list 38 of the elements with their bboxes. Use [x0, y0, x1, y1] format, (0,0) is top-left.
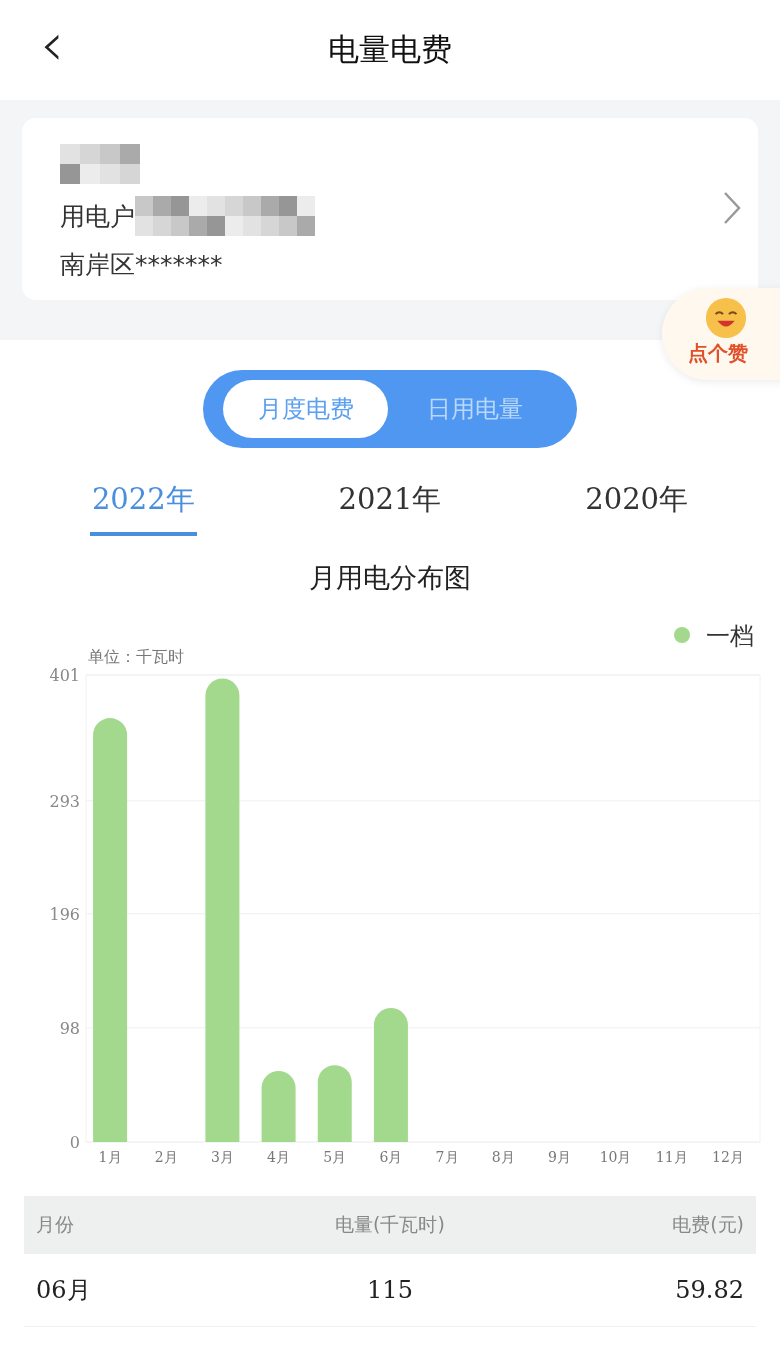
table-cell-text: 06月 — [36, 1275, 92, 1306]
table-cell-text: 59.82 — [674, 1276, 744, 1304]
year-tab[interactable]: 2020年 — [583, 476, 691, 536]
x-tick-label: 6月 — [379, 1149, 403, 1165]
y-tick-label: 293 — [49, 791, 80, 811]
x-tick-label: 7月 — [435, 1149, 459, 1165]
y-tick-label: 401 — [49, 666, 80, 685]
chart-bar — [261, 1071, 296, 1142]
column-header: 电量(千瓦时) — [334, 1212, 446, 1237]
like-badge[interactable]: 点个赞 — [662, 288, 780, 380]
x-tick-label: 5月 — [323, 1149, 347, 1165]
x-tick-label: 12月 — [712, 1149, 744, 1165]
column-header: 电费(元) — [671, 1212, 744, 1237]
account-label: 用电户 — [60, 200, 135, 233]
like-label: 点个赞 — [688, 340, 748, 367]
back-icon[interactable]: ‹ — [40, 14, 64, 74]
chart-title: 月用电分布图 — [308, 561, 472, 595]
chevron-right-icon — [722, 190, 742, 226]
year-tab[interactable]: 2021年 — [336, 476, 444, 536]
x-tick-label: 10月 — [599, 1149, 632, 1165]
column-header: 月份 — [36, 1212, 75, 1237]
table-cell-text: 115 — [366, 1276, 414, 1304]
x-tick-label: 8月 — [491, 1149, 515, 1165]
account-card[interactable]: 用电户 南岸区******* — [22, 118, 758, 300]
x-tick-label: 3月 — [210, 1149, 234, 1165]
smiley-icon — [704, 296, 748, 340]
x-tick-label: 11月 — [655, 1149, 688, 1165]
y-tick-label: 0 — [69, 1133, 80, 1152]
page-title: 电量电费 — [328, 30, 452, 69]
unit-label: 单位：千瓦时 — [88, 647, 184, 666]
account-address: 南岸区******* — [60, 249, 223, 281]
y-tick-label: 196 — [49, 904, 80, 924]
legend-label: 一档 — [706, 622, 754, 650]
x-tick-label: 9月 — [547, 1149, 571, 1165]
x-tick-label: 2月 — [154, 1149, 178, 1165]
y-tick-label: 98 — [59, 1018, 80, 1038]
x-tick-label: 4月 — [267, 1149, 291, 1165]
x-tick-label: 1月 — [98, 1149, 122, 1165]
